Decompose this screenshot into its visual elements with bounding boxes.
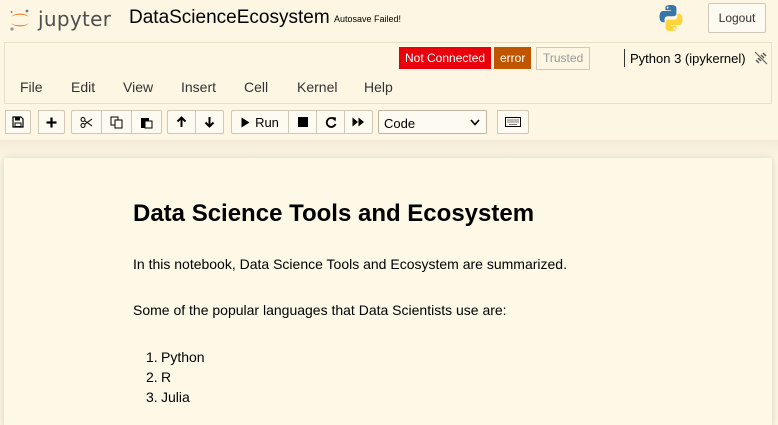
chevron-down-icon: [470, 119, 480, 126]
notebook-heading: Data Science Tools and Ecosystem: [133, 200, 535, 227]
language-name: R: [161, 369, 172, 385]
kernel-disconnected-icon: [754, 51, 768, 65]
paste-icon: [141, 117, 153, 128]
header: jupyter DataScienceEcosystem Autosave Fa…: [0, 0, 778, 42]
insert-group: [38, 110, 65, 134]
list-item: 3. Julia: [133, 387, 205, 407]
list-number: 3.: [146, 389, 158, 405]
jupyter-logo[interactable]: jupyter: [8, 4, 118, 36]
cell-type-value: Code: [384, 116, 416, 131]
save-group: [5, 110, 31, 134]
list-number: 2.: [146, 369, 158, 385]
notebook-container[interactable]: Data Science Tools and Ecosystem In this…: [4, 158, 772, 425]
kernel-separator: [624, 49, 625, 67]
arrow-down-icon: [204, 117, 215, 128]
move-group: [167, 110, 224, 134]
menubar: Not Connected error Trusted Python 3 (ip…: [4, 42, 772, 104]
menu-insert[interactable]: Insert: [181, 79, 216, 95]
menu-row: File Edit View Insert Cell Kernel Help: [5, 77, 771, 99]
cut-icon: [80, 116, 93, 128]
menu-view[interactable]: View: [123, 79, 153, 95]
keyboard-group: [497, 110, 529, 134]
language-name: Julia: [161, 389, 190, 405]
run-group: Run: [231, 110, 373, 134]
not-connected-badge[interactable]: Not Connected: [399, 47, 492, 69]
menu-help[interactable]: Help: [364, 79, 393, 95]
cell-type-select[interactable]: Code: [378, 110, 487, 134]
move-up-button[interactable]: [167, 110, 196, 134]
plus-icon: [46, 117, 57, 127]
languages-intro: Some of the popular languages that Data …: [133, 302, 507, 318]
list-item: 2. R: [133, 367, 205, 387]
save-button[interactable]: [5, 110, 31, 134]
fast-forward-icon: [352, 117, 364, 127]
command-palette-button[interactable]: [497, 110, 529, 134]
run-icon: [241, 117, 250, 127]
language-name: Python: [161, 349, 205, 365]
copy-button[interactable]: [101, 110, 132, 134]
error-badge[interactable]: error: [494, 47, 532, 69]
menu-edit[interactable]: Edit: [71, 79, 95, 95]
kernel-name: Python 3 (ipykernel): [630, 51, 746, 66]
run-all-button[interactable]: [344, 110, 373, 134]
autosave-status: Autosave Failed!: [334, 14, 402, 24]
languages-list: 1. Python 2. R 3. Julia: [133, 347, 205, 407]
save-icon: [12, 116, 24, 128]
python-logo-icon: [659, 5, 683, 31]
stop-icon: [297, 117, 308, 127]
jupyter-logo-icon: [10, 9, 29, 31]
restart-button[interactable]: [316, 110, 345, 134]
restart-icon: [325, 117, 336, 128]
list-number: 1.: [146, 349, 158, 365]
insert-cell-button[interactable]: [38, 110, 65, 134]
header-shadow: [0, 140, 778, 156]
list-item: 1. Python: [133, 347, 205, 367]
run-button[interactable]: Run: [231, 110, 289, 134]
paste-button[interactable]: [131, 110, 162, 134]
menu-file[interactable]: File: [20, 79, 43, 95]
cut-button[interactable]: [71, 110, 102, 134]
menu-cell[interactable]: Cell: [244, 79, 268, 95]
keyboard-icon: [505, 117, 521, 127]
status-row: Not Connected error Trusted Python 3 (ip…: [5, 43, 771, 73]
menu-kernel[interactable]: Kernel: [297, 79, 337, 95]
arrow-up-icon: [176, 116, 187, 127]
clipboard-group: [71, 110, 162, 134]
notebook-name[interactable]: DataScienceEcosystem: [129, 7, 330, 29]
move-down-button[interactable]: [195, 110, 224, 134]
stop-button[interactable]: [288, 110, 317, 134]
trusted-badge[interactable]: Trusted: [536, 47, 591, 70]
logout-button[interactable]: Logout: [708, 3, 766, 33]
logo-text: jupyter: [38, 7, 112, 31]
copy-icon: [110, 116, 123, 128]
run-label: Run: [255, 114, 279, 130]
intro-paragraph: In this notebook, Data Science Tools and…: [133, 256, 567, 272]
